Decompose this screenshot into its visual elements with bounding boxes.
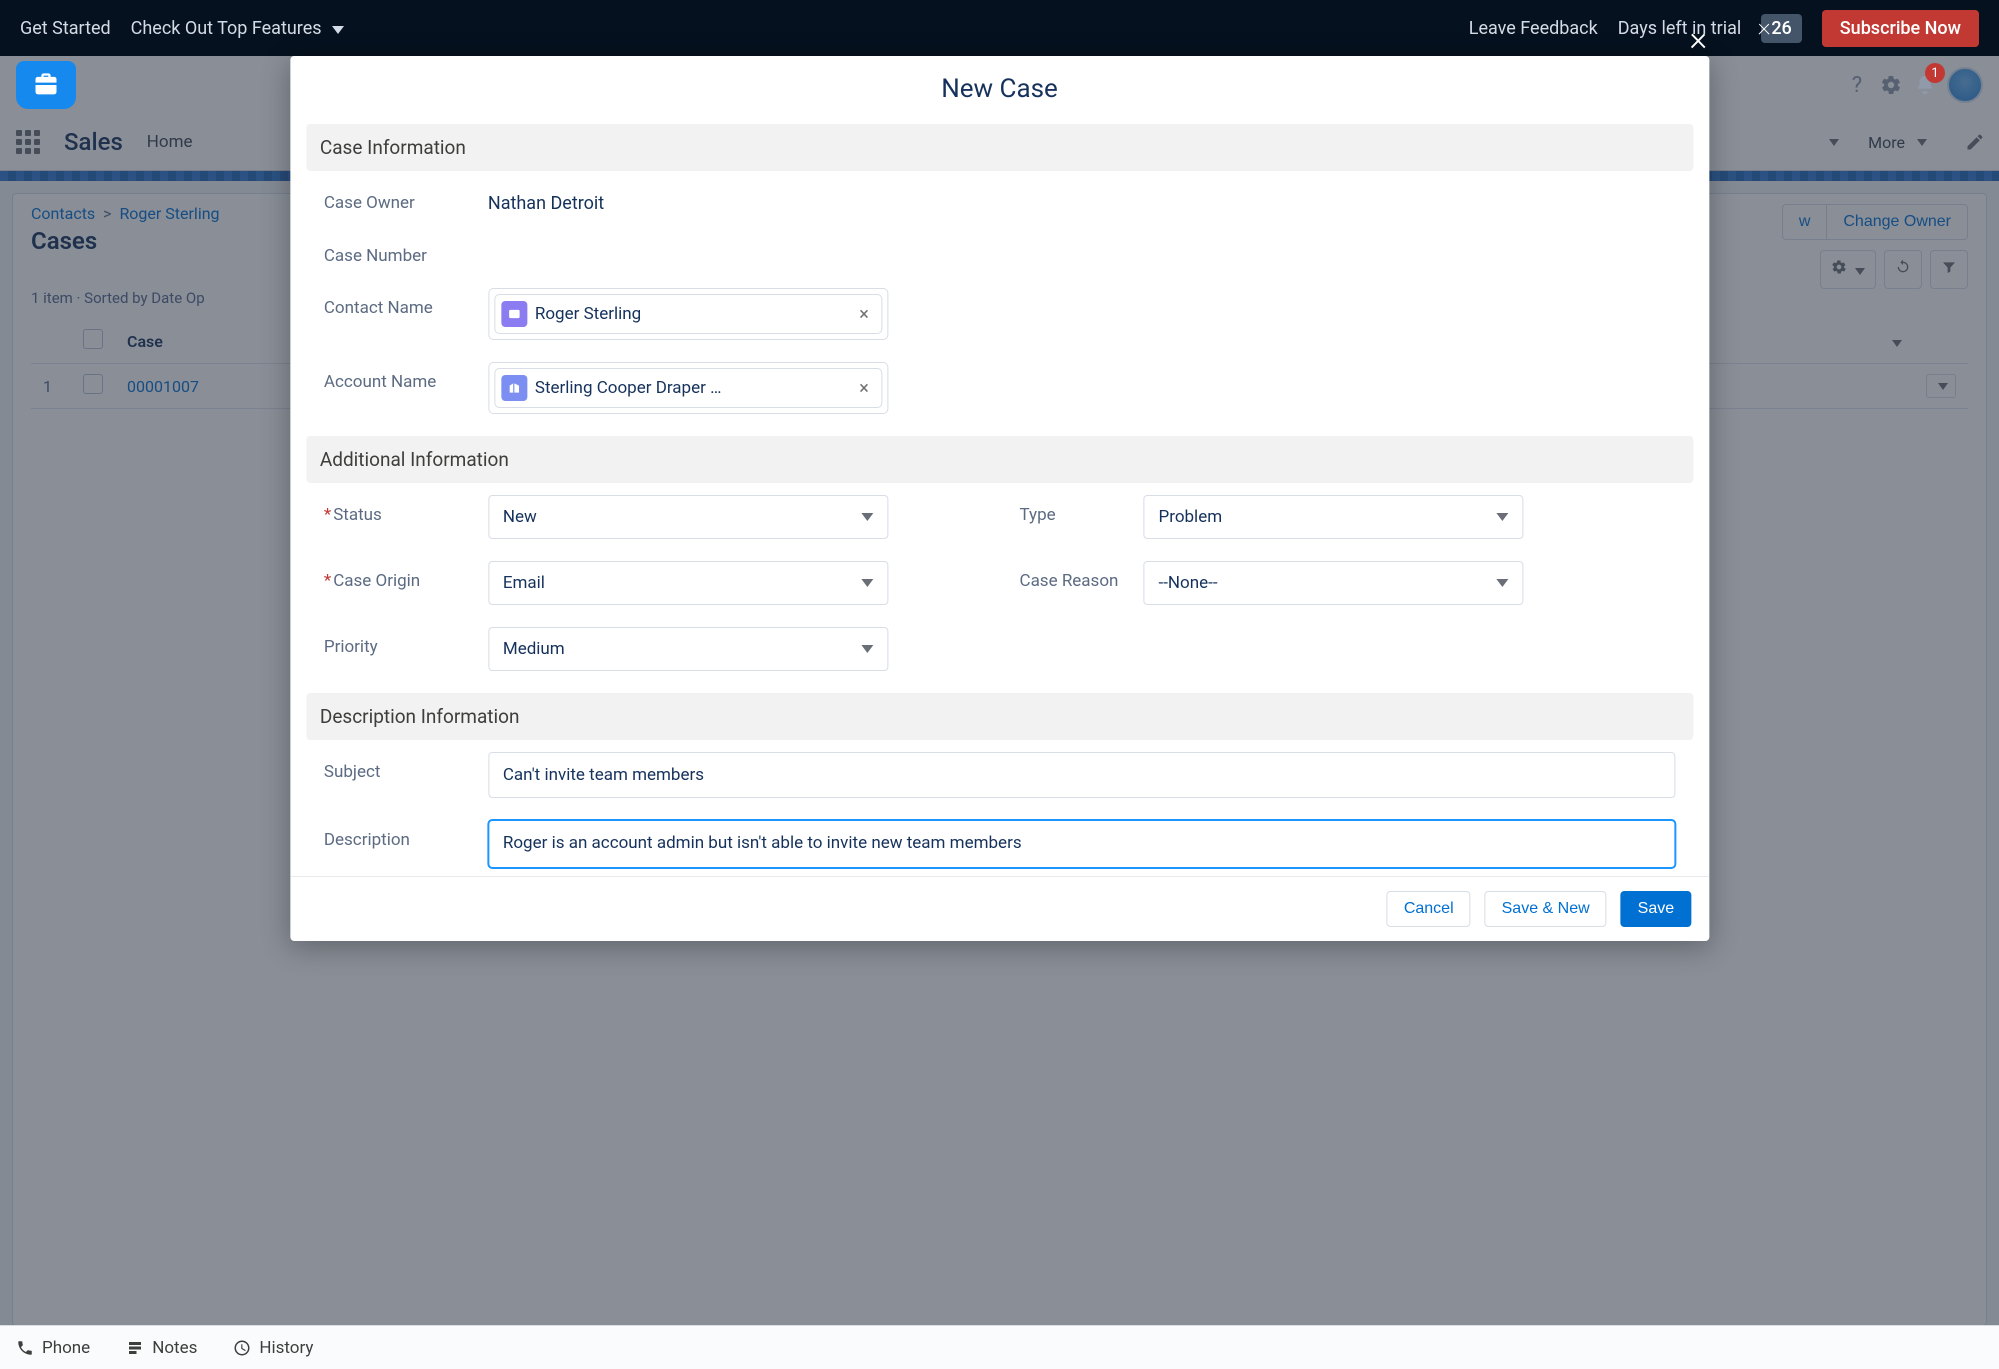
case-origin-label: Case Origin xyxy=(324,561,474,591)
utility-history[interactable]: History xyxy=(233,1338,313,1358)
app-logo[interactable] xyxy=(16,61,76,109)
case-reason-select[interactable]: --None-- xyxy=(1144,561,1524,605)
remove-account-icon[interactable]: × xyxy=(855,378,873,399)
status-value: New xyxy=(503,507,537,527)
account-name-label: Account Name xyxy=(324,362,474,392)
case-origin-value: Email xyxy=(503,573,545,593)
notes-icon xyxy=(126,1339,144,1357)
utility-notes[interactable]: Notes xyxy=(126,1338,197,1358)
status-select[interactable]: New xyxy=(488,495,888,539)
priority-value: Medium xyxy=(503,639,565,659)
contact-name-label: Contact Name xyxy=(324,288,474,318)
utility-bar: Phone Notes History xyxy=(0,1325,1999,1369)
account-name-lookup[interactable]: Sterling Cooper Draper … × xyxy=(488,362,888,414)
chevron-down-icon xyxy=(1497,513,1509,521)
top-features-label: Check Out Top Features xyxy=(131,18,322,39)
save-button[interactable]: Save xyxy=(1621,891,1691,927)
utility-phone-label: Phone xyxy=(42,1338,90,1358)
remove-contact-icon[interactable]: × xyxy=(855,304,873,325)
account-icon xyxy=(501,375,527,401)
save-and-new-button[interactable]: Save & New xyxy=(1485,891,1607,927)
modal-title: New Case xyxy=(290,56,1709,124)
account-name-value: Sterling Cooper Draper … xyxy=(535,378,847,398)
description-label: Description xyxy=(324,820,474,850)
chevron-down-icon xyxy=(861,579,873,587)
contact-name-lookup[interactable]: Roger Sterling × xyxy=(488,288,888,340)
case-owner-label: Case Owner xyxy=(324,183,474,213)
priority-select[interactable]: Medium xyxy=(488,627,888,671)
get-started-link[interactable]: Get Started xyxy=(20,18,111,39)
case-origin-select[interactable]: Email xyxy=(488,561,888,605)
section-description-information: Description Information xyxy=(306,693,1693,740)
chevron-down-icon xyxy=(861,513,873,521)
section-case-information: Case Information xyxy=(306,124,1693,171)
utility-notes-label: Notes xyxy=(152,1338,197,1358)
utility-phone[interactable]: Phone xyxy=(16,1338,90,1358)
case-reason-value: --None-- xyxy=(1159,573,1218,593)
type-value: Problem xyxy=(1159,507,1223,527)
utility-history-label: History xyxy=(259,1338,313,1358)
notifications-count: 1 xyxy=(1925,63,1945,83)
type-label: Type xyxy=(1020,495,1130,525)
case-owner-value: Nathan Detroit xyxy=(488,183,604,214)
contact-icon xyxy=(501,301,527,327)
top-features-dropdown[interactable]: Check Out Top Features xyxy=(131,18,344,39)
days-left-label: Days left in trial xyxy=(1618,18,1742,39)
briefcase-icon xyxy=(32,71,60,99)
type-select[interactable]: Problem xyxy=(1144,495,1524,539)
leave-feedback-link[interactable]: Leave Feedback xyxy=(1469,18,1598,39)
notifications-icon[interactable]: 1 xyxy=(1913,73,1937,97)
case-number-label: Case Number xyxy=(324,236,474,266)
case-reason-label: Case Reason xyxy=(1020,561,1130,591)
new-case-modal: × New Case Case Information Case Owner N… xyxy=(290,56,1709,941)
chevron-down-icon xyxy=(1497,579,1509,587)
clock-icon xyxy=(233,1339,251,1357)
subscribe-button[interactable]: Subscribe Now xyxy=(1822,10,1979,47)
subject-label: Subject xyxy=(324,752,474,782)
description-textarea[interactable] xyxy=(488,820,1675,868)
days-left-value: 26 xyxy=(1771,18,1791,39)
phone-icon xyxy=(16,1339,34,1357)
section-additional-information: Additional Information xyxy=(306,436,1693,483)
chevron-down-icon xyxy=(332,26,344,34)
subject-input[interactable] xyxy=(488,752,1675,798)
days-left-badge: × 26 xyxy=(1761,14,1801,43)
close-icon[interactable]: × xyxy=(1757,12,1770,42)
chevron-down-icon xyxy=(861,645,873,653)
contact-name-value: Roger Sterling xyxy=(535,304,847,324)
modal-footer: Cancel Save & New Save xyxy=(290,876,1709,941)
cancel-button[interactable]: Cancel xyxy=(1387,891,1471,927)
status-label: Status xyxy=(324,495,474,525)
modal-close-icon[interactable]: × xyxy=(1689,22,1707,56)
priority-label: Priority xyxy=(324,627,474,657)
